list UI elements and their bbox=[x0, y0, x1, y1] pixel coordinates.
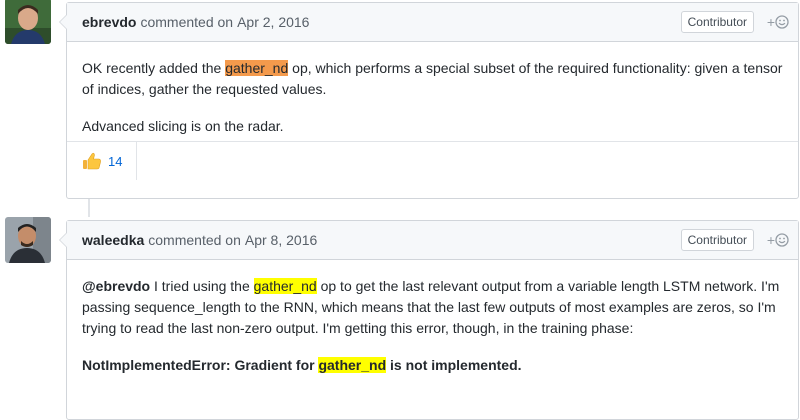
timeline-connector bbox=[88, 199, 90, 217]
author-link[interactable]: waleedka bbox=[82, 232, 144, 248]
highlighted-term: gather_nd bbox=[318, 357, 387, 373]
add-reaction-button[interactable]: + bbox=[764, 14, 792, 30]
comment-paragraph: OK recently added the gather_nd op, whic… bbox=[82, 58, 783, 100]
highlighted-term: gather_nd bbox=[253, 278, 317, 294]
comment-timestamp[interactable]: Apr 2, 2016 bbox=[237, 14, 309, 30]
text-segment: I tried using the bbox=[150, 278, 254, 294]
text-segment: OK recently added the bbox=[82, 60, 226, 76]
comment-action: commented on bbox=[148, 232, 241, 248]
comment-waleedka: waleedka commented on Apr 8, 2016 Contri… bbox=[59, 220, 799, 420]
text-segment: is not implemented. bbox=[386, 357, 522, 373]
add-reaction-button[interactable]: + bbox=[764, 232, 792, 248]
highlighted-term: gather_nd bbox=[225, 60, 289, 76]
smiley-icon bbox=[775, 233, 789, 247]
comment-header: waleedka commented on Apr 8, 2016 Contri… bbox=[67, 221, 798, 260]
plus-label: + bbox=[766, 232, 776, 248]
reaction-count: 14 bbox=[108, 153, 123, 169]
comment-header: ebrevdo commented on Apr 2, 2016 Contrib… bbox=[67, 3, 798, 42]
contributor-badge: Contributor bbox=[680, 229, 754, 251]
comment-action: commented on bbox=[140, 14, 234, 30]
author-link[interactable]: ebrevdo bbox=[82, 14, 136, 30]
comment-paragraph: @ebrevdo I tried using the gather_nd op … bbox=[82, 276, 783, 339]
thumbs-up-reaction-button[interactable]: 14 bbox=[82, 142, 138, 180]
smiley-icon bbox=[775, 15, 789, 29]
contributor-badge: Contributor bbox=[680, 11, 754, 33]
avatar-waleedka[interactable] bbox=[5, 217, 51, 263]
thumbs-up-icon bbox=[83, 152, 101, 170]
user-mention-link[interactable]: @ebrevdo bbox=[82, 278, 150, 294]
comment-body: @ebrevdo I tried using the gather_nd op … bbox=[67, 260, 798, 376]
reactions-bar: 14 bbox=[67, 141, 798, 180]
comment-timestamp[interactable]: Apr 8, 2016 bbox=[245, 232, 317, 248]
plus-label: + bbox=[766, 14, 776, 30]
avatar-ebrevdo[interactable] bbox=[5, 0, 51, 44]
comment-body: OK recently added the gather_nd op, whic… bbox=[67, 42, 798, 141]
error-message: NotImplementedError: Gradient for gather… bbox=[82, 355, 783, 376]
comment-paragraph: Advanced slicing is on the radar. bbox=[82, 118, 284, 134]
text-segment: NotImplementedError: Gradient for bbox=[82, 357, 319, 373]
comment-ebrevdo: ebrevdo commented on Apr 2, 2016 Contrib… bbox=[59, 2, 799, 199]
